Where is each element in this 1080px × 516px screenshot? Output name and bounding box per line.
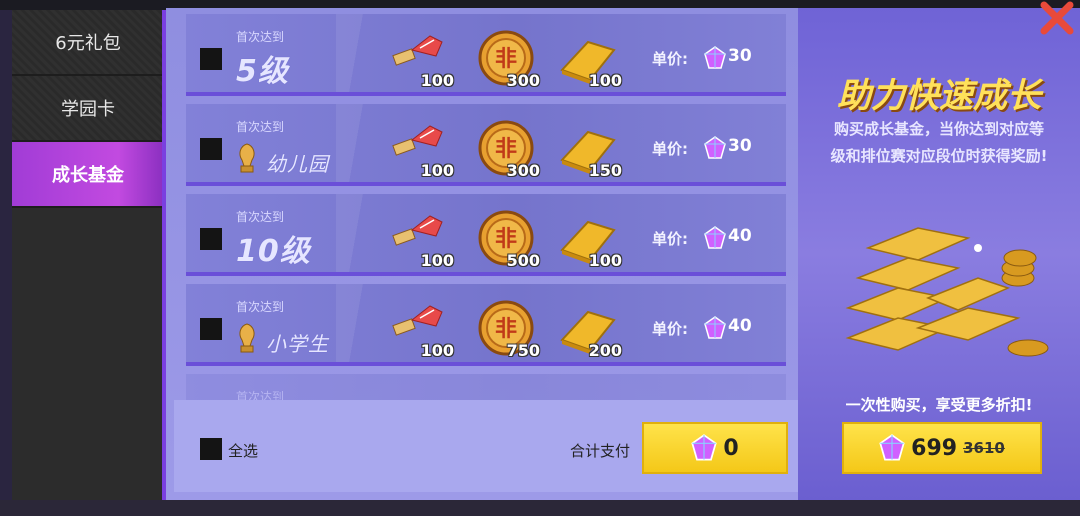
unit-price-value: 30 (728, 136, 752, 156)
reward-count: 100 (588, 71, 622, 90)
svg-text:非: 非 (495, 47, 517, 72)
unit-price-label: 单价: (652, 50, 688, 68)
reward-fan-ticket: 100 (390, 30, 456, 92)
bottom-strip (0, 500, 1080, 516)
row-checkbox[interactable] (200, 138, 222, 160)
rank-trophy-icon (239, 323, 255, 353)
close-icon (1040, 1, 1074, 35)
reward-coin: 非 500 (476, 210, 542, 272)
gold-pile-illustration (845, 227, 1049, 357)
pay-button[interactable]: 0 (642, 422, 788, 474)
sidebar-item-growth-fund[interactable]: 成长基金 (12, 142, 164, 208)
diamond-icon (704, 136, 726, 159)
unit-price-label: 单价: (652, 140, 688, 158)
svg-text:非: 非 (495, 227, 517, 252)
diamond-icon (704, 226, 726, 249)
reward-coin: 非 300 (476, 120, 542, 182)
level-requirement: 幼儿园 (266, 152, 329, 176)
svg-text:非: 非 (495, 317, 517, 342)
svg-text:非: 非 (495, 137, 517, 162)
promo-subtitle: 一次性购买，享受更多折扣! (845, 396, 1033, 414)
unit-price-value: 30 (728, 46, 752, 66)
fan-ticket-icon (392, 35, 443, 66)
level-requirement: 10级 (236, 234, 311, 269)
promo-desc-line: 购买成长基金，当你达到对应等 (833, 120, 1044, 138)
reward-count: 500 (506, 251, 540, 270)
promo-desc-line: 级和排位赛对应段位时获得奖励! (830, 147, 1048, 165)
fan-ticket-icon (392, 215, 443, 246)
reward-fan-ticket: 100 (390, 300, 456, 362)
promo-description: 购买成长基金，当你达到对应等 级和排位赛对应段位时获得奖励! (806, 116, 1072, 170)
level-requirement: 5级 (236, 54, 289, 89)
promo-title: 助力快速成长 (837, 76, 1041, 116)
total-value: 0 (723, 435, 739, 461)
reward-count: 100 (420, 71, 454, 90)
unit-price-label: 单价: (652, 230, 688, 248)
sidebar-item-gift-pack[interactable]: 6元礼包 (12, 10, 164, 76)
fan-ticket-icon (392, 305, 443, 336)
reward-gold-bar: 100 (558, 210, 624, 272)
fund-row: 首次达到 小学生 100 非 750 200 单价: 40 (186, 284, 786, 366)
reward-count: 100 (420, 251, 454, 270)
rank-trophy-icon (239, 143, 255, 173)
select-all-checkbox[interactable] (200, 438, 222, 460)
reward-count: 100 (420, 341, 454, 360)
fund-row: 首次达到 幼儿园 100 非 300 150 单价: 30 (186, 104, 786, 186)
reward-fan-ticket: 100 (390, 120, 456, 182)
first-reach-label: 首次达到 (236, 300, 285, 314)
reward-coin: 非 300 (476, 30, 542, 92)
row-checkbox[interactable] (200, 318, 222, 340)
sidebar-item-academy-card[interactable]: 学园卡 (12, 76, 164, 142)
row-checkbox[interactable] (200, 228, 222, 250)
fund-price: 699 (911, 435, 958, 461)
checkout-bar: 全选 合计支付 0 (174, 400, 802, 492)
reward-gold-bar: 100 (558, 30, 624, 92)
fund-row: 首次达到 10级 100 非 500 100 单价: 40 (186, 194, 786, 276)
reward-count: 300 (506, 71, 540, 90)
sidebar-item-label: 学园卡 (61, 99, 115, 120)
first-reach-label: 首次达到 (236, 30, 285, 44)
reward-count: 100 (420, 161, 454, 180)
first-reach-label: 首次达到 (236, 120, 285, 134)
fund-row: 首次达到 5级 100 非 300 100 单价: 30 (186, 14, 786, 96)
original-price: 3610 (963, 439, 1005, 457)
buy-fund-button[interactable]: 699 3610 (842, 422, 1042, 474)
reward-count: 150 (588, 161, 622, 180)
reward-fan-ticket: 100 (390, 210, 456, 272)
diamond-icon (691, 434, 718, 461)
diamond-icon (879, 434, 905, 461)
unit-price-value: 40 (728, 226, 752, 246)
total-label: 合计支付 (570, 442, 631, 460)
reward-count: 750 (506, 341, 540, 360)
close-button[interactable] (1038, 0, 1076, 36)
select-all-label: 全选 (228, 442, 259, 460)
level-requirement: 小学生 (266, 332, 329, 356)
promo-panel: 助力快速成长 购买成长基金，当你达到对应等 级和排位赛对应段位时获得奖励! 一次… (798, 8, 1080, 500)
unit-price-value: 40 (728, 316, 752, 336)
reward-coin: 非 750 (476, 300, 542, 362)
reward-gold-bar: 200 (558, 300, 624, 362)
fan-ticket-icon (392, 125, 443, 156)
reward-gold-bar: 150 (558, 120, 624, 182)
sidebar-item-label: 成长基金 (52, 165, 124, 186)
reward-count: 200 (588, 341, 622, 360)
diamond-icon (704, 46, 726, 69)
unit-price-label: 单价: (652, 320, 688, 338)
reward-count: 100 (588, 251, 622, 270)
reward-count: 300 (506, 161, 540, 180)
diamond-icon (704, 316, 726, 339)
first-reach-label: 首次达到 (236, 210, 285, 224)
row-checkbox[interactable] (200, 48, 222, 70)
sidebar-item-label: 6元礼包 (55, 33, 121, 54)
sidebar: 6元礼包 学园卡 成长基金 (12, 10, 164, 500)
